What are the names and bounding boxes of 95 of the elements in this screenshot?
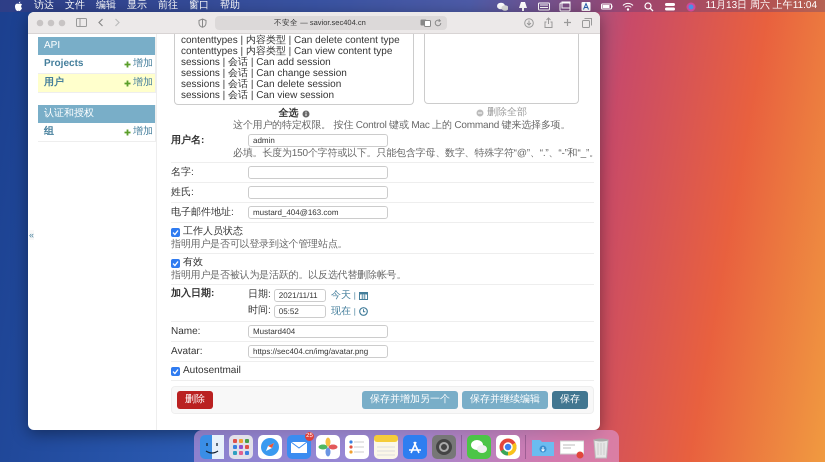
permission-option[interactable]: contenttypes | 内容类型 | Can view content type xyxy=(181,46,407,57)
tabs-icon[interactable] xyxy=(582,18,592,28)
checkbox-label: 工作人员状态 xyxy=(183,226,243,238)
search-icon[interactable] xyxy=(642,0,655,12)
info-icon xyxy=(302,110,310,118)
delete-button[interactable]: 删除 xyxy=(177,391,213,409)
checkmark-icon xyxy=(172,260,179,266)
text-field[interactable]: Mustard404 xyxy=(248,325,388,338)
checkbox-label: Autosentmail xyxy=(183,365,241,377)
shield-icon[interactable] xyxy=(198,18,207,28)
wifi-icon[interactable] xyxy=(622,0,634,12)
checkmark-icon xyxy=(172,368,179,374)
battery-icon[interactable] xyxy=(600,0,613,12)
field-label: Name: xyxy=(171,326,202,338)
help-text: 这个用户的特定权限。 按住 Control 键或 Mac 上的 Command 键来选择多项。 xyxy=(233,120,572,131)
checkmark-icon xyxy=(172,228,179,236)
text-field[interactable]: 05:52 xyxy=(274,304,326,318)
text-field[interactable]: 2021/11/11 xyxy=(274,288,326,302)
grid-icon[interactable] xyxy=(229,435,253,459)
help-text: 指明用户是否被认为是活跃的。以反选代替删除帐号。 xyxy=(171,270,408,281)
field-label: 时间: xyxy=(248,305,271,317)
menu-item[interactable]: 编辑 xyxy=(96,0,116,12)
field-label: Avatar: xyxy=(171,346,204,358)
field-label: 加入日期: xyxy=(171,288,216,300)
text-field[interactable]: https://sec404.cn/img/avatar.png xyxy=(248,345,388,358)
text-field[interactable]: mustard_404@163.com xyxy=(248,206,388,219)
gear-icon[interactable] xyxy=(432,435,456,459)
shortcut-link[interactable]: 现在 xyxy=(330,304,351,318)
notepad-icon[interactable] xyxy=(374,435,398,459)
checkbox[interactable] xyxy=(171,258,180,268)
sidebar-icon[interactable] xyxy=(76,18,87,27)
apple-icon[interactable] xyxy=(14,1,23,11)
plus-icon xyxy=(124,80,131,86)
share-icon[interactable] xyxy=(544,17,553,28)
field-label: 电子邮件地址: xyxy=(171,206,235,218)
minus-circle-icon xyxy=(476,109,484,117)
compass-icon[interactable] xyxy=(258,435,282,459)
plus-icon xyxy=(124,60,131,68)
field-label: 用户名: xyxy=(171,134,206,146)
chat-bubbles-icon[interactable] xyxy=(467,435,491,459)
reload-icon[interactable] xyxy=(434,18,442,26)
choose-all-link[interactable]: 全选 xyxy=(278,108,310,120)
plus-icon[interactable] xyxy=(563,18,572,27)
help-text: 必填。长度为150个字符或以下。只能包含字母、数字、特殊字符“@”、“.”、“-”和“_”。 xyxy=(233,148,594,159)
clock-icon[interactable] xyxy=(358,306,368,316)
collapse-toggle[interactable]: « xyxy=(29,230,34,240)
add-link[interactable]: 增加 xyxy=(124,126,153,138)
flower-icon[interactable] xyxy=(316,435,340,459)
checkbox[interactable] xyxy=(171,366,180,376)
menu-item[interactable]: 前往 xyxy=(158,0,178,12)
window-icon[interactable] xyxy=(558,0,571,12)
permission-option[interactable]: sessions | 会话 | Can change session xyxy=(181,68,407,79)
permissions-list[interactable] xyxy=(174,34,414,105)
permission-option[interactable]: sessions | 会话 | Can delete session xyxy=(181,79,407,90)
face-icon[interactable] xyxy=(200,435,224,459)
keyboard-icon[interactable] xyxy=(538,0,550,12)
list-icon[interactable] xyxy=(345,435,369,459)
help-text: 指明用户是否可以登录到这个管理站点。 xyxy=(171,239,348,250)
lamp-icon[interactable] xyxy=(516,0,529,12)
separator-text: | xyxy=(354,290,356,300)
text-field[interactable]: admin xyxy=(248,134,388,147)
add-link[interactable]: 增加 xyxy=(124,58,153,70)
model-link[interactable]: 组 xyxy=(44,126,54,138)
model-link[interactable]: 用户 xyxy=(44,77,64,89)
section-header: 认证和授权 xyxy=(38,105,155,123)
shortcut-link[interactable]: 今天 xyxy=(330,288,351,302)
permission-option[interactable]: sessions | 会话 | Can add session xyxy=(181,57,407,68)
separator-text: | xyxy=(354,306,356,316)
menu-item[interactable]: 帮助 xyxy=(220,0,240,12)
download-icon[interactable] xyxy=(524,18,534,28)
translate-icon[interactable] xyxy=(420,18,431,26)
field-label: 名字: xyxy=(171,166,195,178)
permission-option[interactable]: contenttypes | 内容类型 | Can delete content type xyxy=(181,35,407,46)
sidebar-row[interactable]: 组 增加 xyxy=(38,123,155,142)
field-label: 日期: xyxy=(248,289,271,301)
toggles-icon[interactable] xyxy=(664,0,676,12)
circle-logo-icon[interactable] xyxy=(496,435,520,459)
plus-icon xyxy=(124,128,131,136)
field-label: 姓氏: xyxy=(171,186,195,198)
menu-item[interactable]: 显示 xyxy=(127,0,147,12)
save-button[interactable]: 保存 xyxy=(552,391,588,409)
add-link[interactable]: 增加 xyxy=(124,77,153,89)
letter-square-icon[interactable] xyxy=(580,0,592,12)
back-icon[interactable] xyxy=(97,18,104,27)
permission-option[interactable]: sessions | 会话 | Can view session xyxy=(181,90,407,101)
checkbox-label: 有效 xyxy=(183,257,203,269)
text-field[interactable] xyxy=(248,166,388,179)
checkbox[interactable] xyxy=(171,228,180,236)
chat-bubbles-icon[interactable] xyxy=(496,0,508,12)
letter-a-icon[interactable] xyxy=(403,435,427,459)
model-link[interactable]: Projects xyxy=(44,58,84,70)
text-field[interactable] xyxy=(248,186,388,199)
section-header: API xyxy=(38,37,155,55)
calendar-icon[interactable] xyxy=(358,290,368,300)
sidebar-row[interactable]: 用户 增加 xyxy=(38,74,155,93)
